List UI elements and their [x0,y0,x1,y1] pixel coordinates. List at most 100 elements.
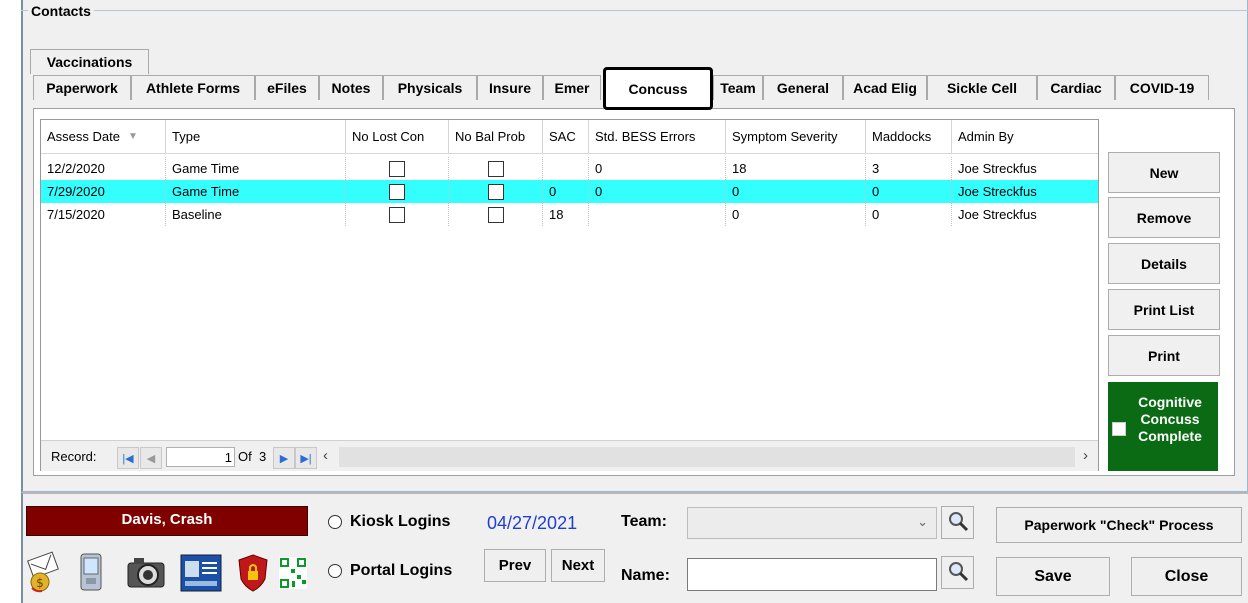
no-bal-prob-checkbox[interactable] [487,183,504,200]
svg-text:$: $ [36,576,44,590]
cell-assess-date: 7/15/2020 [41,203,166,226]
column-header-sac[interactable]: SAC [543,120,589,154]
tab-emer[interactable]: Emer [543,75,601,100]
cognitive-concuss-checkbox[interactable] [1112,422,1126,436]
cell-bess: 0 [589,180,726,203]
cell-no-lost-con [346,203,449,226]
tab-cardiac[interactable]: Cardiac [1037,75,1115,100]
no-lost-con-checkbox[interactable] [389,160,405,177]
handheld-device-icon[interactable] [72,549,110,595]
next-button[interactable]: Next [551,549,605,582]
tab-general[interactable]: General [763,75,843,100]
kiosk-logins-radio[interactable] [328,515,342,529]
cell-admin-by: Joe Streckfus [958,184,1037,199]
cell-severity: 0 [726,203,866,226]
column-header-type[interactable]: Type [166,120,346,154]
tab-covid-19[interactable]: COVID-19 [1115,75,1209,100]
remove-button[interactable]: Remove [1108,197,1220,238]
tab-sickle-cell[interactable]: Sickle Cell [927,75,1037,100]
tab-concuss[interactable]: Concuss [603,67,713,110]
magnifier-icon [947,560,969,586]
table-row[interactable]: 12/2/2020 Game Time 0 18 3 Joe Streckfus [41,157,1098,180]
no-lost-con-checkbox[interactable] [389,206,405,223]
kiosk-logins-label[interactable]: Kiosk Logins [350,513,450,531]
prev-button[interactable]: Prev [484,549,546,582]
name-search-button[interactable] [941,556,974,589]
tab-physicals[interactable]: Physicals [383,75,477,100]
column-header-symptom-severity[interactable]: Symptom Severity [726,120,866,154]
no-bal-prob-checkbox[interactable] [487,206,504,223]
id-card-icon[interactable] [178,550,224,596]
new-button[interactable]: New [1108,152,1220,193]
next-record-button[interactable]: ▶ [273,447,295,469]
cognitive-line-1: Cognitive [1138,394,1202,410]
table-row[interactable]: 7/15/2020 Baseline 18 0 0 Joe Streckfus [41,203,1098,226]
close-button[interactable]: Close [1131,557,1242,596]
chevron-down-icon: ⌄ [917,514,928,529]
save-button[interactable]: Save [996,557,1110,596]
column-header-admin-by[interactable]: Admin By [952,120,1098,154]
cell-sac: 18 [543,203,589,226]
no-bal-prob-checkbox[interactable] [487,160,504,177]
sort-arrow-icon: ▼ [127,131,138,142]
cell-type: Game Time [166,180,346,203]
record-count: Of 3 [238,449,267,464]
shield-lock-icon[interactable] [236,550,270,596]
previous-record-button[interactable]: ◀ [140,447,162,469]
cell-assess-date: 12/2/2020 [41,157,166,180]
no-lost-con-checkbox[interactable] [389,183,405,200]
envelope-icon[interactable]: $ [26,549,62,595]
cell-no-lost-con [346,180,449,203]
cell-no-lost-con [346,157,449,180]
cognitive-line-2: Concuss [1140,411,1200,427]
portal-logins-radio[interactable] [328,564,342,578]
table-row-selected[interactable]: 7/29/2020 Game Time 0 0 0 0 Joe Streckfu… [41,180,1098,203]
record-navigation: Record: |◀ ◀ 1 Of 3 ▶ ▶| ‹ › [41,440,1098,471]
current-date: 04/27/2021 [487,513,578,533]
paperwork-check-process-button[interactable]: Paperwork "Check" Process [996,507,1242,543]
cell-admin-by: Joe Streckfus [958,207,1037,222]
cell-no-bal-prob [449,203,543,226]
cell-sac: 0 [543,180,589,203]
group-title: Contacts [28,3,94,19]
scroll-right-icon[interactable]: › [1083,447,1088,464]
tab-acad-elig[interactable]: Acad Elig [843,75,927,100]
tab-notes[interactable]: Notes [319,75,383,100]
tab-paperwork[interactable]: Paperwork [33,75,131,100]
cell-admin-by: Joe Streckfus [958,161,1037,176]
tab-athlete-forms[interactable]: Athlete Forms [131,75,255,100]
column-header-assess-date[interactable]: Assess Date ▼ [41,120,166,154]
cognitive-concuss-complete[interactable]: Cognitive Concuss Complete [1108,382,1218,471]
tab-vaccinations[interactable]: Vaccinations [30,49,149,74]
athlete-name-banner: Davis, Crash [26,506,308,536]
horizontal-scrollbar[interactable] [339,447,1075,467]
column-header-std-bess-errors[interactable]: Std. BESS Errors [589,120,726,154]
cell-severity: 0 [726,180,866,203]
print-list-button[interactable]: Print List [1108,289,1220,330]
camera-icon[interactable] [124,552,168,594]
scroll-left-icon[interactable]: ‹ [323,447,328,464]
cell-maddocks: 0 [866,203,952,226]
cell-no-bal-prob [449,157,543,180]
assessment-grid[interactable]: Assess Date ▼ Type No Lost Con No Bal Pr… [40,119,1099,471]
cell-bess: 0 [589,157,726,180]
portal-logins-label[interactable]: Portal Logins [350,562,452,580]
column-header-maddocks[interactable]: Maddocks [866,120,952,154]
cell-sac [543,157,589,180]
name-input[interactable] [687,558,937,591]
first-record-button[interactable]: |◀ [117,447,139,469]
cognitive-line-3: Complete [1138,428,1202,444]
tab-insure[interactable]: Insure [477,75,543,100]
tab-efiles[interactable]: eFiles [255,75,319,100]
column-header-no-bal-prob[interactable]: No Bal Prob [449,120,543,154]
qr-code-icon[interactable] [276,552,310,594]
tab-team[interactable]: Team [713,75,763,100]
column-header-no-lost-con[interactable]: No Lost Con [346,120,449,154]
team-select[interactable]: ⌄ [687,507,937,539]
team-search-button[interactable] [941,506,974,539]
details-button[interactable]: Details [1108,243,1220,284]
record-number-input[interactable]: 1 [166,447,235,467]
last-record-button[interactable]: ▶| [295,447,317,469]
cell-type: Game Time [166,157,346,180]
print-button[interactable]: Print [1108,335,1220,376]
